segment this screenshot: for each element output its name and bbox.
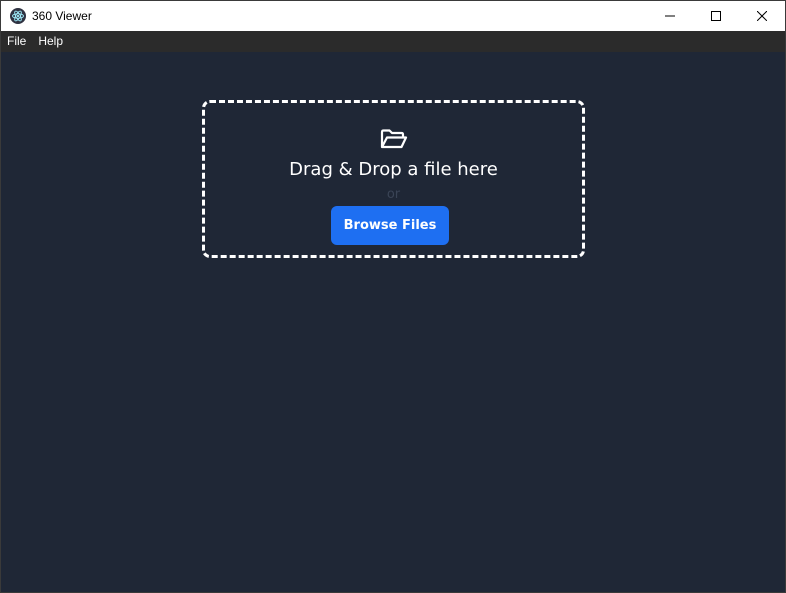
- drop-prompt: Drag & Drop a file here: [289, 159, 498, 180]
- main-content: Drag & Drop a file here or Browse Files: [1, 52, 785, 592]
- folder-open-icon: [205, 129, 582, 149]
- or-separator: or: [386, 187, 401, 202]
- app-window: 360 Viewer File Help Drag & Drop a file …: [0, 0, 786, 593]
- close-icon: [757, 11, 767, 21]
- close-button[interactable]: [739, 1, 785, 31]
- window-title: 360 Viewer: [32, 9, 92, 23]
- browse-files-button[interactable]: Browse Files: [331, 206, 449, 245]
- menu-file[interactable]: File: [1, 31, 32, 52]
- maximize-button[interactable]: [693, 1, 739, 31]
- electron-app-icon: [10, 8, 26, 24]
- window-controls: [647, 1, 785, 31]
- title-bar[interactable]: 360 Viewer: [1, 1, 785, 31]
- minimize-button[interactable]: [647, 1, 693, 31]
- menu-help[interactable]: Help: [32, 31, 69, 52]
- maximize-icon: [711, 11, 721, 21]
- menu-bar: File Help: [1, 31, 785, 52]
- file-drop-zone[interactable]: Drag & Drop a file here or Browse Files: [202, 100, 585, 258]
- minimize-icon: [665, 15, 675, 17]
